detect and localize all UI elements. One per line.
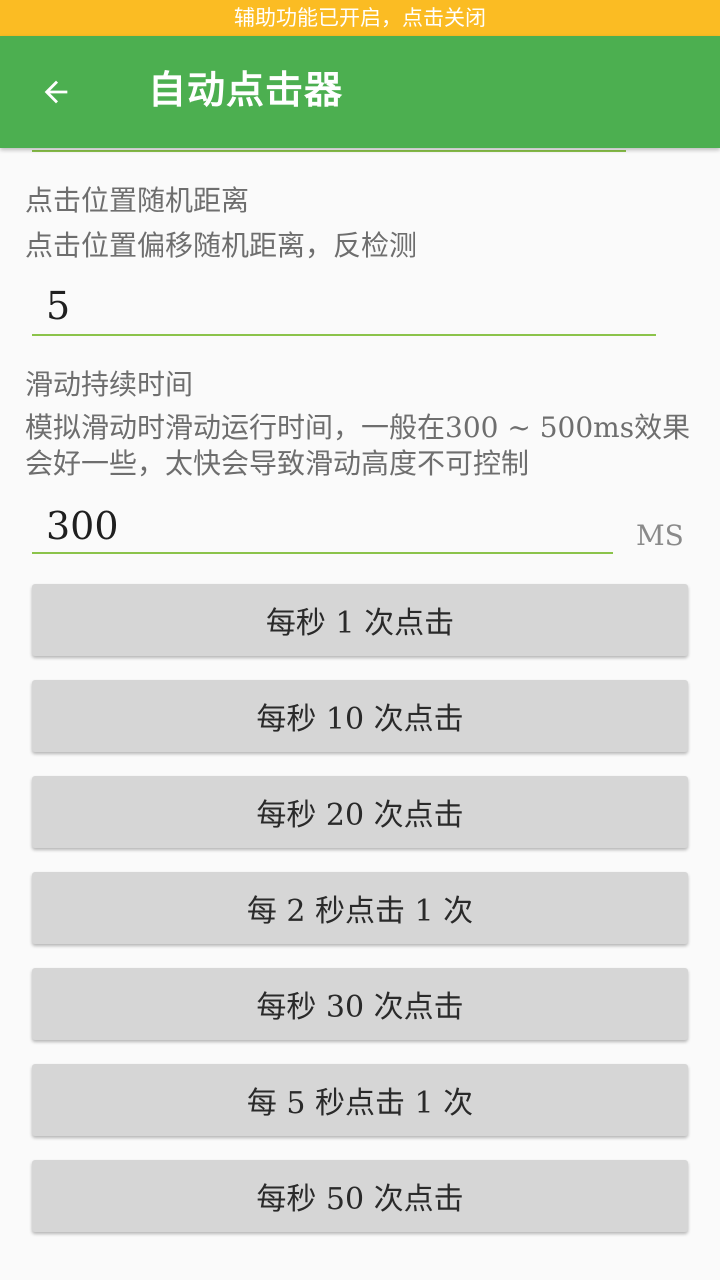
- click-rate-20-per-second-button[interactable]: 每秒 20 次点击: [32, 776, 688, 848]
- settings-content[interactable]: 点击位置随机距离 点击位置偏移随机距离，反检测 5 滑动持续时间 模拟滑动时滑动…: [0, 148, 720, 1280]
- random-distance-description: 点击位置偏移随机距离，反检测: [25, 229, 418, 262]
- click-rate-50-per-second-button[interactable]: 每秒 50 次点击: [32, 1160, 688, 1232]
- arrow-back-icon: [44, 80, 68, 104]
- swipe-duration-description: 模拟滑动时滑动运行时间，一般在300 ~ 500ms效果会好一些，太快会导致滑动…: [25, 411, 691, 480]
- random-distance-label: 点击位置随机距离: [25, 184, 250, 217]
- swipe-duration-input[interactable]: 300: [46, 504, 119, 548]
- previous-field-underline: [32, 150, 626, 152]
- click-rate-10-per-second-button[interactable]: 每秒 10 次点击: [32, 680, 688, 752]
- swipe-duration-input-underline: [32, 552, 613, 554]
- swipe-duration-label: 滑动持续时间: [25, 368, 194, 401]
- click-every-5-seconds-button[interactable]: 每 5 秒点击 1 次: [32, 1064, 688, 1136]
- click-rate-30-per-second-button[interactable]: 每秒 30 次点击: [32, 968, 688, 1040]
- app-bar: 自动点击器: [0, 36, 720, 148]
- back-button[interactable]: [20, 62, 92, 122]
- random-distance-input[interactable]: 5: [46, 284, 70, 328]
- random-distance-input-underline: [32, 334, 656, 336]
- click-rate-1-per-second-button[interactable]: 每秒 1 次点击: [32, 584, 688, 656]
- click-every-2-seconds-button[interactable]: 每 2 秒点击 1 次: [32, 872, 688, 944]
- swipe-duration-unit: MS: [636, 519, 684, 552]
- accessibility-status-banner[interactable]: 辅助功能已开启，点击关闭: [0, 0, 720, 36]
- page-title: 自动点击器: [148, 68, 344, 112]
